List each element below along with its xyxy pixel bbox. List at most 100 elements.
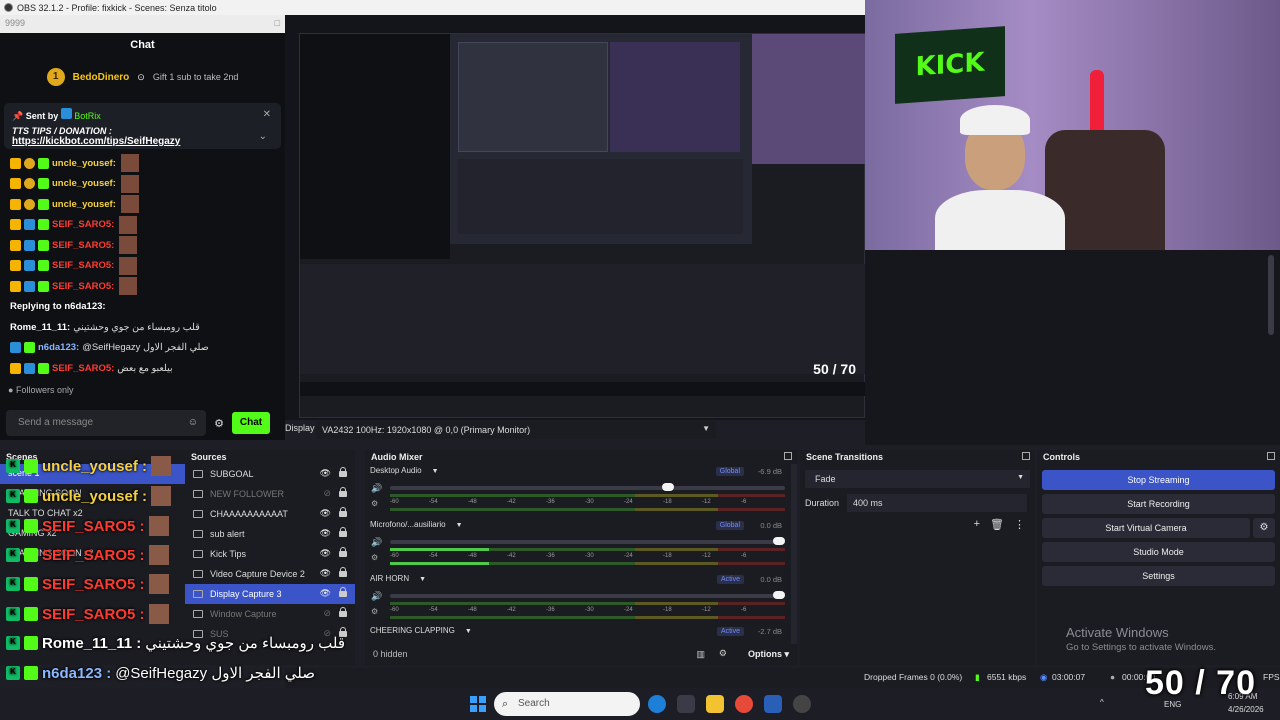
eye-off-icon[interactable]: ⊘: [323, 488, 331, 499]
stop-streaming-button[interactable]: Stop Streaming: [1042, 470, 1275, 490]
preview-empty-area: [865, 250, 1280, 445]
eye-icon[interactable]: 👁: [320, 548, 331, 559]
duration-input[interactable]: 400 ms: [847, 494, 1027, 512]
add-icon[interactable]: +: [974, 518, 980, 531]
chat-username[interactable]: uncle_yousef:: [52, 178, 116, 189]
source-item[interactable]: Window Capture ⊘: [185, 604, 355, 624]
monitor-icon[interactable]: ⚙: [371, 553, 378, 562]
eye-icon[interactable]: 👁: [320, 588, 331, 599]
chat-send-button[interactable]: Chat: [232, 412, 270, 434]
display-select[interactable]: VA2432 100Hz: 1920x1080 @ 0,0 (Primary M…: [316, 421, 716, 439]
lock-icon[interactable]: [339, 487, 347, 497]
chat-username[interactable]: Replying to n6da123:: [10, 301, 106, 312]
chevron-down-icon[interactable]: ▼: [456, 522, 463, 529]
windows-start-icon[interactable]: [470, 696, 486, 712]
program-preview[interactable]: 50 / 70: [285, 15, 866, 420]
source-item[interactable]: Kick Tips 👁: [185, 544, 355, 564]
store-icon[interactable]: [677, 695, 695, 713]
eye-off-icon[interactable]: ⊘: [323, 608, 331, 619]
taskbar-search[interactable]: ⌕ Search: [494, 692, 640, 716]
monitor-icon[interactable]: ⚙: [371, 499, 378, 508]
volume-slider-handle[interactable]: [662, 483, 675, 491]
db-scale-tick: -30: [585, 499, 594, 505]
volume-slider-handle[interactable]: [773, 537, 785, 545]
lock-icon[interactable]: [339, 507, 347, 517]
volume-slider[interactable]: [390, 537, 785, 545]
db-scale-tick: -36: [546, 499, 555, 505]
mixer-advanced-icon[interactable]: ⚙: [719, 648, 727, 659]
lock-icon[interactable]: [339, 567, 347, 577]
start-virtual-camera-button[interactable]: Start Virtual Camera: [1042, 518, 1250, 538]
source-item[interactable]: sub alert 👁: [185, 524, 355, 544]
unpin-icon[interactable]: ✕: [263, 109, 271, 120]
mixer-scrollbar[interactable]: [791, 464, 797, 644]
chat-username[interactable]: SEIF_SARO5:: [52, 240, 114, 251]
mixer-options-button[interactable]: Options ▾: [748, 649, 789, 660]
source-item[interactable]: SUBGOAL 👁: [185, 464, 355, 484]
start-recording-button[interactable]: Start Recording: [1042, 494, 1275, 514]
chat-username[interactable]: n6da123:: [38, 342, 79, 353]
speaker-icon[interactable]: 🔊: [371, 591, 382, 602]
lock-icon[interactable]: [339, 607, 347, 617]
chevron-down-icon[interactable]: ▼: [432, 468, 439, 475]
chat-settings-gear-icon[interactable]: ⚙: [212, 417, 226, 430]
chat-username[interactable]: SEIF_SARO5:: [52, 363, 114, 374]
close-icon[interactable]: □: [275, 18, 280, 30]
source-item[interactable]: Video Capture Device 2 👁: [185, 564, 355, 584]
chat-username[interactable]: SEIF_SARO5:: [52, 281, 114, 292]
speaker-icon[interactable]: 🔊: [371, 537, 382, 548]
dock-popout-icon[interactable]: [1022, 452, 1030, 460]
chat-username[interactable]: uncle_yousef:: [52, 199, 116, 210]
chat-message-input[interactable]: Send a message ☺: [6, 410, 206, 436]
mail-icon[interactable]: [764, 695, 782, 713]
nested-screen-thumbnail: [450, 34, 752, 244]
sub-gift-user[interactable]: BedoDinero: [73, 72, 130, 83]
dock-popout-icon[interactable]: [784, 452, 792, 460]
chat-username[interactable]: SEIF_SARO5:: [52, 260, 114, 271]
clock-date[interactable]: 4/26/2026: [1228, 705, 1264, 714]
source-item[interactable]: Display Capture 3 👁: [185, 584, 355, 604]
chat-message: Rome_11_11: قلب رومبساء من جوي وحشتيني: [0, 317, 285, 338]
virtual-camera-gear-icon[interactable]: ⚙: [1253, 518, 1275, 538]
eye-icon[interactable]: 👁: [320, 568, 331, 579]
eye-icon[interactable]: 👁: [320, 528, 331, 539]
lock-icon[interactable]: [339, 547, 347, 557]
eye-icon[interactable]: 👁: [320, 468, 331, 479]
coin-badge-icon: [24, 198, 35, 210]
monitor-icon[interactable]: ⚙: [371, 607, 378, 616]
chat-search-value[interactable]: 9999: [5, 18, 25, 30]
source-item[interactable]: CHAAAAAAAAAAT 👁: [185, 504, 355, 524]
pinned-bot-name[interactable]: BotRix: [74, 111, 101, 121]
lock-icon[interactable]: [339, 527, 347, 537]
chevron-down-icon[interactable]: ▼: [419, 576, 426, 583]
pinned-link[interactable]: https://kickbot.com/tips/SeifHegazy: [12, 136, 273, 147]
tray-chevron-icon[interactable]: ^: [1100, 698, 1104, 707]
edge-icon[interactable]: [648, 695, 666, 713]
volume-slider-handle[interactable]: [773, 591, 785, 599]
trash-icon[interactable]: 🗑: [990, 518, 1004, 531]
speaker-icon[interactable]: 🔊: [371, 483, 382, 494]
more-icon[interactable]: ⋮: [1014, 518, 1025, 531]
obs-taskbar-icon[interactable]: [793, 695, 811, 713]
lock-icon[interactable]: [339, 467, 347, 477]
settings-button[interactable]: Settings: [1042, 566, 1275, 586]
file-explorer-icon[interactable]: [706, 695, 724, 713]
lock-icon[interactable]: [339, 587, 347, 597]
volume-slider[interactable]: [390, 483, 785, 491]
eye-icon[interactable]: 👁: [320, 508, 331, 519]
source-item[interactable]: NEW FOLLOWER ⊘: [185, 484, 355, 504]
chat-username[interactable]: Rome_11_11:: [10, 322, 70, 333]
chrome-icon[interactable]: [735, 695, 753, 713]
chevron-down-icon[interactable]: ⌄: [259, 131, 267, 142]
chevron-down-icon[interactable]: ▼: [465, 628, 472, 635]
chat-search-strip[interactable]: 9999 □: [0, 15, 285, 33]
chat-username[interactable]: uncle_yousef:: [52, 158, 116, 169]
right-scrollbar[interactable]: [1268, 255, 1274, 335]
chat-username[interactable]: SEIF_SARO5:: [52, 219, 114, 230]
emoji-icon[interactable]: ☺: [188, 410, 198, 436]
mixer-layout-icon[interactable]: ▥: [696, 649, 705, 660]
dock-popout-icon[interactable]: [1267, 452, 1275, 460]
transition-select[interactable]: Fade ▼: [805, 470, 1030, 488]
volume-slider[interactable]: [390, 591, 785, 599]
studio-mode-button[interactable]: Studio Mode: [1042, 542, 1275, 562]
